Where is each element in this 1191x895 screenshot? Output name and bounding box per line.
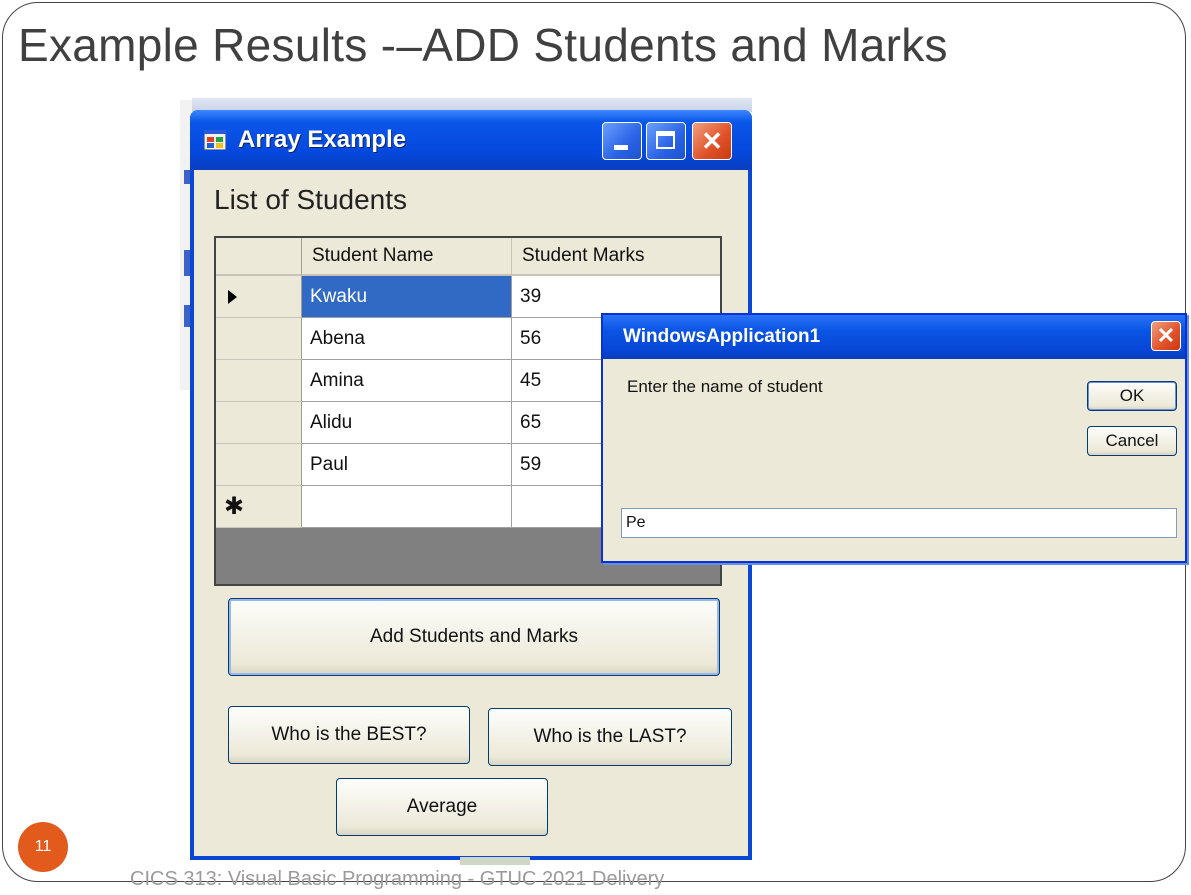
minimize-icon (614, 145, 628, 150)
who-is-best-button[interactable]: Who is the BEST? (228, 706, 470, 764)
close-button[interactable]: ✕ (692, 122, 732, 160)
slide-number-badge: 11 (18, 822, 68, 872)
maximize-icon (656, 131, 675, 149)
column-header-student-marks[interactable]: Student Marks (512, 238, 720, 276)
row-selector[interactable] (216, 360, 302, 402)
close-icon: ✕ (701, 126, 723, 156)
column-header-student-name[interactable]: Student Name (302, 238, 512, 276)
student-marks-cell[interactable]: 39 (512, 276, 720, 318)
dialog-titlebar[interactable]: WindowsApplication1 ✕ (603, 315, 1185, 359)
student-name-cell[interactable]: Amina (302, 360, 512, 402)
student-name-input[interactable] (621, 508, 1177, 538)
dialog-close-button[interactable]: ✕ (1151, 321, 1181, 351)
window-titlebar[interactable]: Array Example ✕ (190, 110, 752, 170)
row-header-corner (216, 238, 302, 276)
new-student-name-cell[interactable] (302, 486, 512, 528)
new-row-asterisk-icon: ✱ (224, 492, 245, 520)
row-selector[interactable] (216, 402, 302, 444)
minimize-button[interactable] (602, 122, 642, 160)
student-name-cell[interactable]: Abena (302, 318, 512, 360)
list-of-students-label: List of Students (214, 184, 408, 215)
slide-footer: CICS 313: Visual Basic Programming - GTU… (130, 868, 665, 890)
ok-button[interactable]: OK (1087, 381, 1177, 411)
table-row[interactable]: Kwaku 39 (216, 276, 720, 318)
input-dialog: WindowsApplication1 ✕ Enter the name of … (601, 313, 1187, 563)
slide-title: Example Results -–ADD Students and Marks (18, 19, 948, 71)
student-name-cell[interactable]: Paul (302, 444, 512, 486)
row-selector[interactable]: ✱ (216, 486, 302, 528)
grid-header-row: Student Name Student Marks (216, 238, 720, 276)
cancel-button[interactable]: Cancel (1087, 426, 1177, 456)
dialog-title: WindowsApplication1 (623, 326, 821, 347)
student-name-cell[interactable]: Alidu (302, 402, 512, 444)
who-is-last-button[interactable]: Who is the LAST? (488, 708, 732, 766)
average-button[interactable]: Average (336, 778, 548, 836)
dialog-prompt: Enter the name of student (627, 377, 823, 396)
current-row-arrow-icon (228, 289, 237, 304)
background-taskbar-edge (460, 857, 530, 865)
row-selector[interactable] (216, 444, 302, 486)
add-students-and-marks-button[interactable]: Add Students and Marks (228, 598, 720, 676)
row-selector[interactable] (216, 318, 302, 360)
close-icon: ✕ (1156, 323, 1176, 348)
row-selector[interactable] (216, 276, 302, 318)
app-icon (204, 130, 226, 150)
student-name-cell[interactable]: Kwaku (302, 276, 512, 318)
window-title: Array Example (238, 126, 407, 153)
maximize-button[interactable] (646, 122, 686, 160)
